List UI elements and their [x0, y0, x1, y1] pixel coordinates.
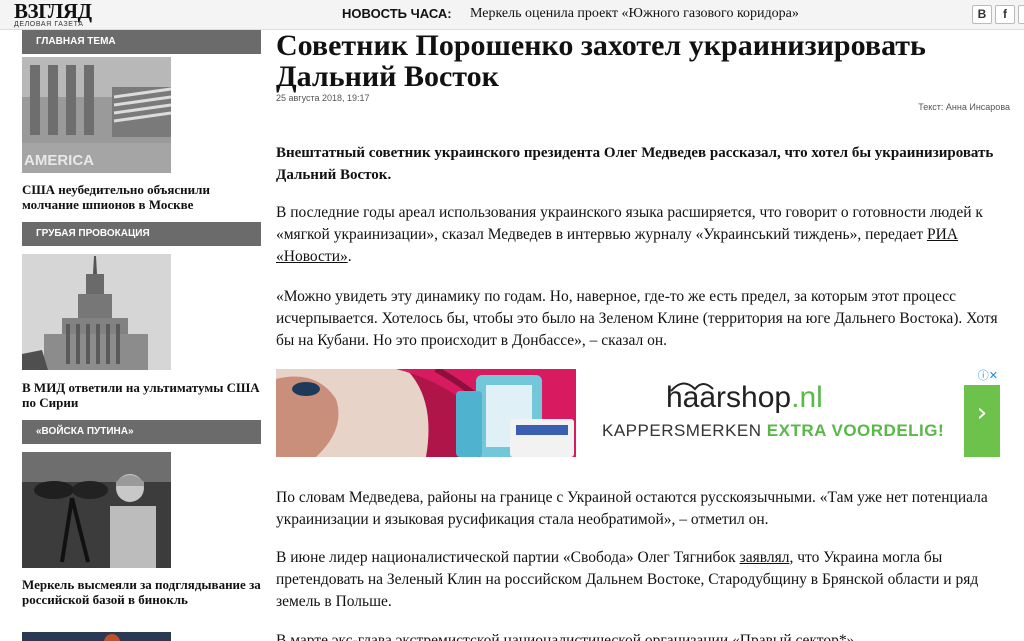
- facebook-share-button[interactable]: f: [995, 5, 1015, 24]
- vk-share-button[interactable]: В: [972, 5, 992, 24]
- article-paragraph-4: В июне лидер националистической партии «…: [276, 547, 1012, 613]
- logo-subtitle: ДЕЛОВАЯ ГАЗЕТА: [14, 21, 84, 28]
- article-date: 25 августа 2018, 19:17: [276, 93, 370, 103]
- ad-brand-main: haarshop: [666, 381, 792, 414]
- top-bar: ВЗГЛЯД ДЕЛОВАЯ ГАЗЕТА НОВОСТЬ ЧАСА: Мерк…: [0, 0, 1024, 30]
- sidebar-link-3[interactable]: Меркель высмеяли за подглядывание за рос…: [22, 577, 262, 607]
- news-hour-label: НОВОСТЬ ЧАСА:: [342, 6, 452, 21]
- article-paragraph-3: По словам Медведева, районы на границе с…: [276, 489, 988, 528]
- ad-slogan: KAPPERSMERKEN EXTRA VOORDELIG!: [602, 421, 944, 441]
- google-share-button[interactable]: g: [1018, 5, 1024, 24]
- section-header-putin-troops[interactable]: «Войска Путина»: [22, 420, 261, 444]
- article-paragraph-1: В последние годы ареал использования укр…: [276, 202, 1012, 268]
- article-paragraph-5: В марте экс-глава экстремистской национа…: [276, 632, 855, 641]
- paragraph-text: .: [347, 248, 352, 265]
- ad-close-icon[interactable]: ⓘ✕: [964, 369, 1000, 385]
- site-logo[interactable]: ВЗГЛЯД ДЕЛОВАЯ ГАЗЕТА: [14, 0, 124, 29]
- article-lead: Внештатный советник украинского президен…: [276, 145, 994, 183]
- ad-brand-logo: haarshop.nl: [666, 381, 823, 415]
- article-paragraph-2: «Можно увидеть эту динамику по годам. Но…: [276, 288, 998, 349]
- svg-text:AMERICA: AMERICA: [24, 152, 94, 169]
- article-title: Советник Порошенко захотел украинизирова…: [276, 29, 926, 93]
- paragraph-text: В последние годы ареал использования укр…: [276, 204, 983, 243]
- section-header-provocation[interactable]: Грубая провокация: [22, 222, 261, 246]
- section-header-main-topic[interactable]: Главная тема: [22, 30, 261, 54]
- ad-slogan-part-1: KAPPERSMERKEN: [602, 421, 767, 440]
- next-story-photo[interactable]: [22, 632, 171, 641]
- ad-image: [276, 369, 714, 457]
- paragraph-text: В июне лидер националистической партии «…: [276, 549, 740, 566]
- ad-slogan-part-2: EXTRA VOORDELIG!: [766, 421, 945, 440]
- ad-banner[interactable]: haarshop.nl KAPPERSMERKEN EXTRA VOORDELI…: [276, 369, 1000, 457]
- merkel-binoculars-photo[interactable]: [22, 452, 171, 568]
- statement-link[interactable]: заявлял: [740, 549, 790, 566]
- ad-brand-tld: .nl: [791, 381, 823, 414]
- mid-building-photo[interactable]: [22, 254, 171, 370]
- sidebar-link-2[interactable]: В МИД ответили на ультиматумы США по Сир…: [22, 380, 262, 410]
- logo-text: ВЗГЛЯД: [14, 0, 92, 23]
- news-hour-link[interactable]: Меркель оценила проект «Южного газового …: [470, 6, 799, 22]
- sidebar-link-1[interactable]: США неубедительно объяснили молчание шпи…: [22, 182, 262, 212]
- america-embassy-photo[interactable]: AMERICA: [22, 57, 171, 173]
- article-author: Текст: Анна Инсарова: [918, 102, 1010, 112]
